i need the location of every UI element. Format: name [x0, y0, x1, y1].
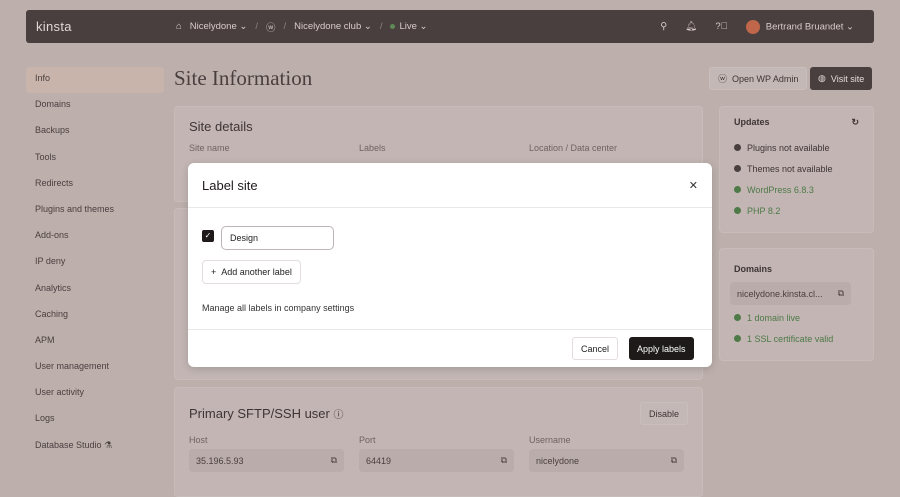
- section-title: Site details: [189, 119, 253, 134]
- home-icon[interactable]: ⌂: [176, 21, 182, 32]
- search-icon[interactable]: ⚲: [660, 21, 667, 32]
- page-title: Site Information: [174, 66, 313, 90]
- modal-title: Label site: [202, 177, 258, 193]
- label-checkbox[interactable]: ✓: [202, 230, 214, 242]
- sidebar-item-redirects[interactable]: Redirects: [26, 172, 164, 198]
- help-icon[interactable]: ⓘ: [333, 410, 343, 421]
- info-icon: [734, 144, 741, 151]
- location-label: Location / Data center: [529, 143, 618, 153]
- domains-card: Domains nicelydone.kinsta.cl... ⧉ 1 domai…: [719, 248, 874, 361]
- copy-icon[interactable]: ⧉: [671, 455, 677, 466]
- apply-labels-button[interactable]: Apply labels: [629, 337, 694, 360]
- sidebar-item-user-activity[interactable]: User activity: [26, 381, 164, 407]
- sidebar-item-add-ons[interactable]: Add-ons: [26, 224, 164, 250]
- updates-card: Updates ↻ Plugins not available Themes no…: [719, 106, 874, 233]
- sidebar-item-database-studio[interactable]: Database Studio ⚗: [26, 434, 164, 460]
- section-title: Primary SFTP/SSH user: [189, 406, 330, 421]
- breadcrumb: ⌂ Nicelydone ⌄ / ⓦ / Nicelydone club ⌄ /…: [176, 20, 428, 34]
- help-icon[interactable]: ?⃝: [715, 21, 727, 32]
- copy-icon[interactable]: ⧉: [501, 455, 507, 466]
- visit-site-button[interactable]: ◍ Visit site: [810, 67, 873, 90]
- globe-icon: ◍: [818, 73, 826, 83]
- open-wp-admin-button[interactable]: ⓦ Open WP Admin: [709, 67, 808, 90]
- user-menu[interactable]: Bertrand Bruandet ⌄: [745, 19, 854, 34]
- sidebar-item-domains[interactable]: Domains: [26, 93, 164, 119]
- environment-switcher[interactable]: Live ⌄: [390, 21, 428, 32]
- sftp-card: Primary SFTP/SSH user ⓘ Disable Host Por…: [174, 387, 703, 497]
- sidebar-item-tools[interactable]: Tools: [26, 146, 164, 172]
- update-item: WordPress 6.8.3: [734, 179, 859, 200]
- label-site-modal: Label site ✕ ✓ Design + Add another label…: [188, 163, 712, 367]
- labels-label: Labels: [359, 143, 386, 153]
- username-field[interactable]: nicelydone ⧉: [529, 449, 684, 472]
- port-field[interactable]: 64419 ⧉: [359, 449, 514, 472]
- check-icon: [734, 335, 741, 342]
- copy-icon[interactable]: ⧉: [331, 455, 337, 466]
- info-icon: [734, 165, 741, 172]
- manage-labels-link[interactable]: Manage all labels in company settings: [202, 303, 354, 313]
- sidebar-item-backups[interactable]: Backups: [26, 119, 164, 145]
- sidebar: Info Domains Backups Tools Redirects Plu…: [26, 67, 164, 460]
- flask-icon: ⚗: [104, 439, 113, 450]
- plus-icon: +: [211, 267, 217, 277]
- separator: /: [255, 21, 258, 32]
- username-label: Username: [529, 435, 571, 445]
- site-switcher[interactable]: Nicelydone club ⌄: [294, 21, 372, 32]
- sidebar-item-plugins-themes[interactable]: Plugins and themes: [26, 198, 164, 224]
- domain-status: 1 domain live: [734, 307, 859, 328]
- copy-icon[interactable]: ⧉: [838, 288, 844, 299]
- sidebar-item-analytics[interactable]: Analytics: [26, 277, 164, 303]
- close-icon[interactable]: ✕: [689, 179, 698, 192]
- check-icon: [734, 186, 741, 193]
- port-label: Port: [359, 435, 376, 445]
- avatar: [745, 19, 760, 34]
- disable-button[interactable]: Disable: [640, 402, 689, 425]
- separator: /: [283, 21, 287, 32]
- update-item: PHP 8.2: [734, 200, 859, 221]
- host-field[interactable]: 35.196.5.93 ⧉: [189, 449, 344, 472]
- cancel-button[interactable]: Cancel: [572, 337, 619, 360]
- sidebar-item-caching[interactable]: Caching: [26, 303, 164, 329]
- separator: /: [379, 21, 383, 32]
- company-switcher[interactable]: Nicelydone ⌄: [190, 21, 248, 32]
- label-name-input[interactable]: Design: [221, 226, 334, 250]
- update-item: Plugins not available: [734, 137, 859, 158]
- wordpress-icon: ⓦ: [718, 74, 728, 84]
- sidebar-item-info[interactable]: Info: [26, 67, 164, 94]
- domain-field[interactable]: nicelydone.kinsta.cl... ⧉: [730, 282, 851, 305]
- update-item: Themes not available: [734, 158, 859, 179]
- add-another-label-button[interactable]: + Add another label: [202, 260, 301, 284]
- site-name-label: Site name: [189, 143, 230, 153]
- wordpress-icon: ⓦ: [266, 22, 276, 34]
- live-status-dot: [390, 24, 396, 29]
- sidebar-item-ip-deny[interactable]: IP deny: [26, 250, 164, 276]
- domains-title: Domains: [734, 264, 773, 274]
- sidebar-item-user-management[interactable]: User management: [26, 355, 164, 381]
- sidebar-item-logs[interactable]: Logs: [26, 407, 164, 433]
- refresh-icon[interactable]: ↻: [851, 117, 859, 137]
- ssl-status: 1 SSL certificate valid: [734, 328, 859, 349]
- sidebar-item-apm[interactable]: APM: [26, 329, 164, 355]
- bell-icon[interactable]: 🔔︎: [685, 21, 697, 32]
- host-label: Host: [189, 435, 208, 445]
- updates-title: Updates: [734, 117, 770, 127]
- kinsta-logo[interactable]: kinsta: [36, 19, 72, 34]
- top-nav: kinsta ⌂ Nicelydone ⌄ / ⓦ / Nicelydone c…: [26, 10, 874, 43]
- check-icon: [734, 314, 741, 321]
- check-icon: [734, 207, 741, 214]
